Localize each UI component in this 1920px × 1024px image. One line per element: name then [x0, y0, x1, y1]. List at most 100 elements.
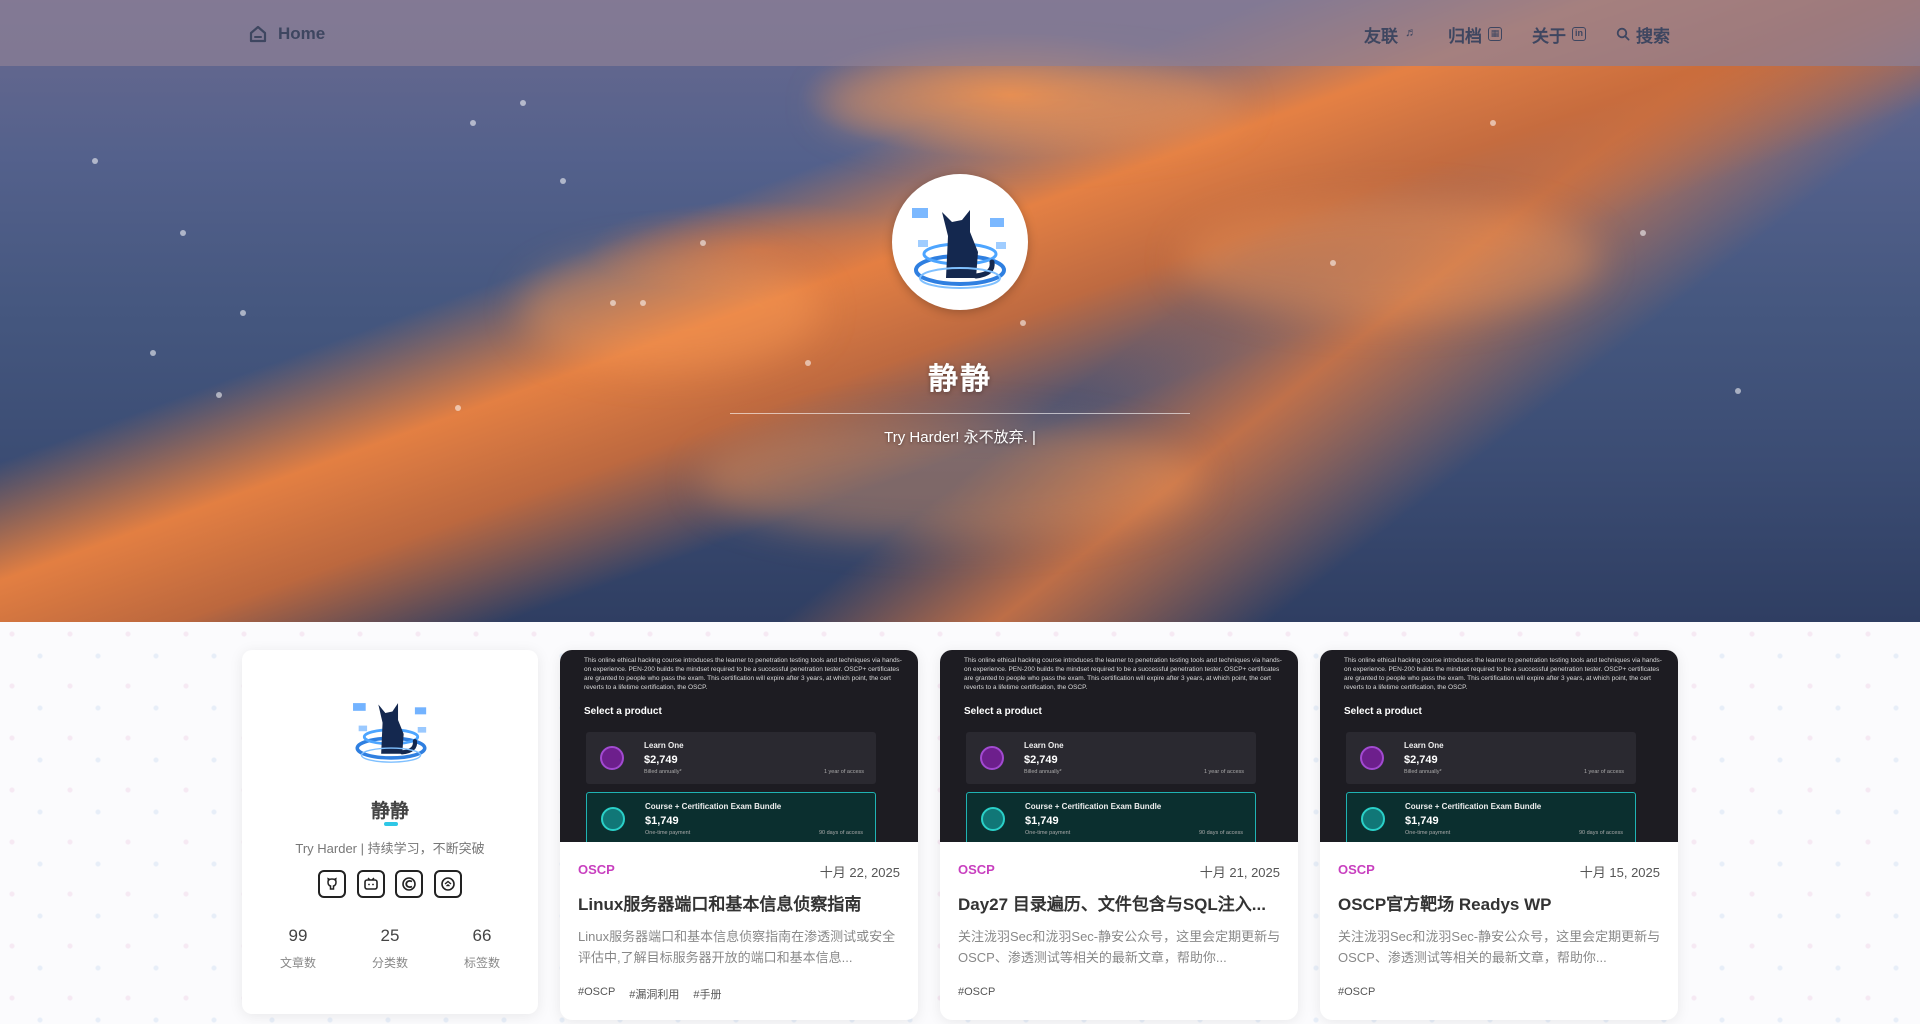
- post-excerpt: Linux服务器端口和基本信息侦察指南在渗透测试或安全评估中,了解目标服务器开放…: [578, 929, 896, 965]
- stat-label: 标签数: [463, 956, 500, 970]
- cat-avatar-image: [353, 703, 427, 763]
- stat-number: 99: [288, 926, 308, 945]
- nav-home-label: Home: [278, 24, 326, 43]
- juejin-icon: [441, 877, 455, 891]
- hero-avatar[interactable]: [892, 174, 1028, 310]
- stat-number: 25: [380, 926, 400, 945]
- csdn-link[interactable]: [395, 870, 424, 898]
- nav-item-about[interactable]: 关于 in: [1532, 22, 1586, 47]
- thumb-product-bundle: Course + Certification Exam Bundle $1,74…: [966, 792, 1256, 842]
- product-access: 1 year of access: [823, 769, 864, 775]
- juejin-link[interactable]: [433, 870, 462, 898]
- post-title[interactable]: Linux服务器端口和基本信息侦察指南: [578, 890, 900, 915]
- thumb-product-learn-one: Learn One $2,749 Billed annually* 1 year…: [966, 732, 1256, 784]
- post-tags: #OSCP #漏洞利用 #手册: [578, 986, 722, 1002]
- product-access: 90 days of access: [818, 830, 863, 836]
- profile-avatar[interactable]: [346, 682, 436, 772]
- tag-link[interactable]: #OSCP: [958, 986, 995, 998]
- stat-articles[interactable]: 99 文章数: [280, 926, 316, 971]
- nav-item-label: 搜索: [1636, 26, 1670, 46]
- post-category[interactable]: OSCP: [958, 862, 995, 877]
- bilibili-icon: [363, 877, 378, 890]
- post-title[interactable]: OSCP官方靶场 Readys WP: [1338, 890, 1660, 915]
- stat-tags[interactable]: 66 标签数: [464, 926, 500, 971]
- product-note: One-time payment: [1405, 830, 1451, 836]
- product-icon: [1361, 807, 1385, 831]
- top-navbar: Home 友联 ♬ 归档 ▦ 关于 in 搜索: [0, 0, 1920, 66]
- thumb-paragraph: This online ethical hacking course intro…: [1344, 657, 1662, 691]
- thumb-select-label: Select a product: [584, 706, 662, 717]
- hero-title: 静静: [928, 363, 992, 396]
- product-price: $1,749: [1405, 815, 1439, 827]
- thumb-paragraph: This online ethical hacking course intro…: [584, 657, 902, 691]
- product-name: Course + Certification Exam Bundle: [1025, 802, 1162, 811]
- post-thumbnail: This online ethical hacking course intro…: [560, 650, 918, 842]
- post-card[interactable]: This online ethical hacking course intro…: [560, 650, 918, 1020]
- post-excerpt: 关注泷羽Sec和泷羽Sec-静安公众号，这里会定期更新与OSCP、渗透测试等相关…: [958, 929, 1281, 965]
- post-thumbnail: This online ethical hacking course intro…: [940, 650, 1298, 842]
- post-category[interactable]: OSCP: [1338, 862, 1375, 877]
- nav-item-archive[interactable]: 归档 ▦: [1448, 22, 1502, 47]
- product-access: 90 days of access: [1578, 830, 1623, 836]
- tag-link[interactable]: #手册: [693, 986, 721, 1002]
- nav-item-search[interactable]: 搜索: [1616, 22, 1670, 47]
- hero-banner: Home 友联 ♬ 归档 ▦ 关于 in 搜索 静静 Try Harder! 永…: [0, 0, 1920, 622]
- product-icon: [601, 807, 625, 831]
- search-icon: [1616, 27, 1630, 41]
- name-underline: [384, 822, 398, 826]
- stat-label: 分类数: [371, 956, 408, 970]
- product-price: $1,749: [1025, 815, 1059, 827]
- nav-item-label: 友联: [1364, 26, 1398, 46]
- profile-bio: Try Harder | 持续学习，不断突破: [295, 841, 485, 856]
- thumb-product-learn-one: Learn One $2,749 Billed annually* 1 year…: [586, 732, 876, 784]
- post-date: 十月 22, 2025: [819, 865, 900, 880]
- product-name: Course + Certification Exam Bundle: [1405, 802, 1542, 811]
- tag-link[interactable]: #OSCP: [578, 986, 615, 1002]
- thumb-paragraph: This online ethical hacking course intro…: [964, 657, 1282, 691]
- bilibili-link[interactable]: [356, 870, 385, 898]
- cat-avatar-image: [896, 178, 1024, 306]
- thumb-select-label: Select a product: [964, 706, 1042, 717]
- github-link[interactable]: [318, 870, 346, 898]
- post-card[interactable]: This online ethical hacking course intro…: [1320, 650, 1678, 1020]
- product-icon: [600, 746, 624, 770]
- thumb-select-label: Select a product: [1344, 706, 1422, 717]
- tag-link[interactable]: #漏洞利用: [629, 986, 679, 1002]
- product-note: One-time payment: [645, 830, 691, 836]
- post-excerpt: 关注泷羽Sec和泷羽Sec-静安公众号，这里会定期更新与OSCP、渗透测试等相关…: [1338, 929, 1661, 965]
- product-access: 1 year of access: [1203, 769, 1244, 775]
- product-price: $2,749: [1024, 754, 1058, 766]
- product-note: Billed annually*: [1024, 769, 1062, 775]
- stat-categories[interactable]: 25 分类数: [372, 926, 408, 971]
- profile-stats: 99 文章数 25 分类数 66 标签数: [252, 926, 528, 971]
- nav-home-link[interactable]: Home: [248, 20, 325, 48]
- thumb-product-learn-one: Learn One $2,749 Billed annually* 1 year…: [1346, 732, 1636, 784]
- nav-item-friends[interactable]: 友联 ♬: [1364, 22, 1418, 47]
- social-links: [318, 870, 462, 900]
- hero-subtitle: Try Harder! 永不放弃. |: [884, 429, 1036, 446]
- product-icon: [980, 746, 1004, 770]
- stat-label: 文章数: [279, 956, 316, 970]
- github-icon: [327, 877, 337, 890]
- product-icon: [981, 807, 1005, 831]
- post-date: 十月 15, 2025: [1579, 865, 1660, 880]
- post-title[interactable]: Day27 目录遍历、文件包含与SQL注入...: [958, 890, 1280, 915]
- product-price: $2,749: [644, 754, 678, 766]
- tag-link[interactable]: #OSCP: [1338, 986, 1375, 998]
- friends-icon: ♬: [1405, 25, 1417, 39]
- post-card[interactable]: This online ethical hacking course intro…: [940, 650, 1298, 1020]
- product-name: Learn One: [1404, 741, 1444, 750]
- product-access: 90 days of access: [1198, 830, 1243, 836]
- home-icon: [249, 25, 267, 43]
- profile-card: 静静 Try Harder | 持续学习，不断突破 99 文章数 25 分类数 …: [242, 650, 538, 1014]
- post-category[interactable]: OSCP: [578, 862, 615, 877]
- product-note: One-time payment: [1025, 830, 1071, 836]
- profile-name: 静静: [370, 801, 409, 822]
- thumb-product-bundle: Course + Certification Exam Bundle $1,74…: [586, 792, 876, 842]
- product-name: Course + Certification Exam Bundle: [645, 802, 782, 811]
- product-access: 1 year of access: [1583, 769, 1624, 775]
- post-tags: #OSCP: [958, 986, 995, 998]
- product-note: Billed annually*: [644, 769, 682, 775]
- post-date: 十月 21, 2025: [1199, 865, 1280, 880]
- nav-item-label: 归档: [1448, 26, 1482, 46]
